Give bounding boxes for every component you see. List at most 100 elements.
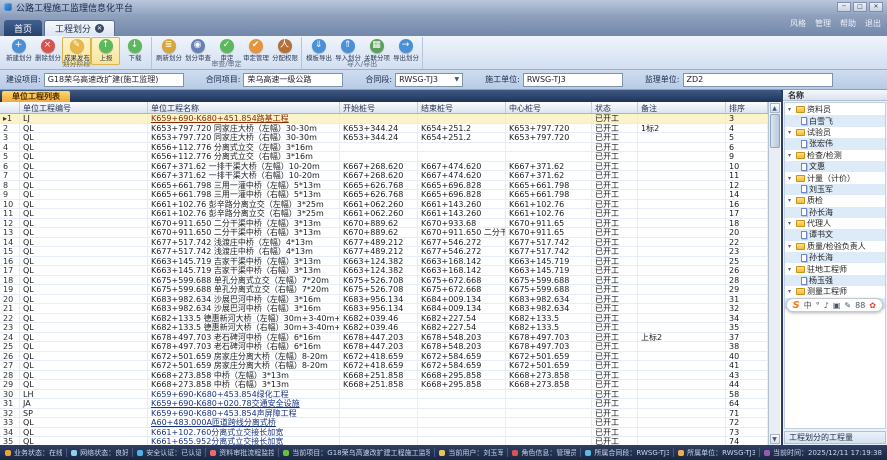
context-field-input[interactable]: 荣乌高速一级公路 [243,73,343,87]
tree-folder-质检[interactable]: ▾质检 [785,195,885,206]
table-row[interactable]: 5QLK656+112.776 分离式立交（右幅）3*16m已开工9 [0,152,768,162]
table-row[interactable]: 14QLK677+517.742 浅渡庄中桥（左幅）4*13mK677+489.… [0,238,768,248]
expand-arrow-icon[interactable]: ▾ [788,175,794,182]
taskbar-item[interactable]: 当前用户：刘玉军 [439,448,503,458]
table-row[interactable]: 11QLK661+102.76 彭辛路分离立交（右幅）3*25mK661+062… [0,209,768,219]
tree-member-刘玉军[interactable]: 刘玉军 [785,184,885,195]
tab-unit-project-list[interactable]: 单位工程列表 [2,91,70,102]
nav-link-退出[interactable]: 退出 [865,18,881,29]
expand-arrow-icon[interactable]: ▾ [788,129,794,136]
ime-punct-icon[interactable]: ° [816,301,820,310]
taskbar-item[interactable]: 所属单位：RWSG-TJ3 [678,448,755,458]
table-row[interactable]: 10QLK661+102.76 彭辛路分离立交（左幅）3*25mK661+062… [0,200,768,210]
scroll-up-icon[interactable]: ▲ [770,103,780,113]
tree-folder-检查/检测[interactable]: ▾检查/检测 [785,150,885,161]
tree-member-白雪飞[interactable]: 白雪飞 [785,115,885,126]
tree-member-张宏伟[interactable]: 张宏伟 [785,138,885,149]
close-button[interactable]: ✕ [869,2,883,12]
scrollbar-thumb[interactable] [770,114,780,148]
tree-member-孙长海[interactable]: 孙长海 [785,252,885,263]
context-field-input[interactable]: G18荣乌高速改扩建(施工监理) [44,73,184,87]
table-row[interactable]: 6QLK667+371.62 一排干渠大桥（左幅）10-20mK667+268.… [0,162,768,172]
expand-arrow-icon[interactable]: ▾ [788,152,794,159]
ime-toolbar[interactable]: S中°♪▣✎88✿ [786,298,883,312]
table-row[interactable]: 8QLK665+661.798 三用一灌中桥（左幅）5*13mK665+626.… [0,181,768,191]
column-header-结束桩号[interactable]: 结束桩号 [418,102,506,113]
column-header-中心桩号[interactable]: 中心桩号 [506,102,592,113]
table-row[interactable]: 3QLK653+797.720 同家庄大桥（右幅）30-30mK653+344.… [0,133,768,143]
taskbar-item[interactable]: 角色信息：管理员 [512,448,576,458]
minimize-button[interactable]: ─ [837,2,851,12]
table-row[interactable]: 35QLK661+655.952分离式立交接长加宽已开工74 [0,437,768,445]
maximize-button[interactable]: □ [853,2,867,12]
expand-arrow-icon[interactable]: ▾ [788,288,794,295]
ime-pen-icon[interactable]: ✎ [844,301,851,310]
taskbar-item[interactable]: 所属合同段：RWSG-TJ3 [585,448,669,458]
column-header-单位工程编号[interactable]: 单位工程编号 [20,102,148,113]
table-row[interactable]: 18QLK675+599.688 单孔分离式立交（左幅）7*20mK675+52… [0,276,768,286]
tree-folder-质量/检验负责人[interactable]: ▾质量/检验负责人 [785,241,885,252]
tab-close-icon[interactable]: ✕ [95,24,104,33]
column-header-备注[interactable]: 备注 [638,102,726,113]
table-row[interactable]: 28QLK668+273.858 中桥（左幅）3*13mK668+251.858… [0,371,768,381]
expand-arrow-icon[interactable]: ▾ [788,220,794,227]
expand-arrow-icon[interactable]: ▾ [788,106,794,113]
table-row[interactable]: 31JAK659+690-K680+020.78交通安全设施已开工64 [0,399,768,409]
ime-emoji-icon[interactable]: 88 [855,301,865,310]
table-row[interactable]: 19QLK675+599.688 单孔分离式立交（右幅）7*20mK675+52… [0,285,768,295]
expand-arrow-icon[interactable]: ▾ [788,243,794,250]
tree-folder-代理人[interactable]: ▾代理人 [785,218,885,229]
expand-arrow-icon[interactable]: ▾ [788,266,794,273]
nav-tab-home[interactable]: 首页 [4,20,42,36]
table-row[interactable]: 30LHK659+690-K680+453.854绿化工程已开工58 [0,390,768,400]
ime-chinese-icon[interactable]: 中 [804,300,812,311]
table-row[interactable]: 25QLK678+497.703 老石碑河中桥（右幅）6*16mK678+447… [0,342,768,352]
ime-logo-icon[interactable]: S [793,300,800,311]
taskbar-item[interactable]: 资料审批流程监控 [210,448,274,458]
vertical-scrollbar[interactable]: ▲ ▼ [768,102,780,445]
contract-section-select[interactable]: RWSG-TJ3▼ [395,73,463,87]
tree-member-谭书文[interactable]: 谭书文 [785,229,885,240]
tree-member-孙长海[interactable]: 孙长海 [785,207,885,218]
column-header-排序[interactable]: 排序 [726,102,768,113]
nav-link-风格[interactable]: 风格 [790,18,806,29]
tree-member-文惠[interactable]: 文惠 [785,161,885,172]
tree-folder-测量工程师[interactable]: ▾测量工程师 [785,286,885,297]
context-field-input[interactable]: ZD2 [683,73,833,87]
tree-folder-驻地工程师[interactable]: ▾驻地工程师 [785,263,885,274]
table-row[interactable]: 32SPK659+690-K680+453.854声屏障工程已开工71 [0,409,768,419]
table-row[interactable]: 21QLK683+982.634 沙展巴河中桥（右幅）3*16mK683+956… [0,304,768,314]
nav-link-帮助[interactable]: 帮助 [840,18,856,29]
table-row[interactable]: 7QLK667+371.62 一排干渠大桥（右幅）10-20mK667+268.… [0,171,768,181]
table-row[interactable]: 22QLK682+133.5 德惠新河大桥（左幅）30m+3-40m+…K682… [0,314,768,324]
table-row[interactable]: ▸1LJK659+690-K680+451.854路基工程已开工3 [0,114,768,124]
table-row[interactable]: 27QLK672+501.659 房家庄分离大桥（右幅）8-20mK672+41… [0,361,768,371]
table-row[interactable]: 12QLK670+911.650 二分干渠中桥（左幅）3*13mK670+889… [0,219,768,229]
table-row[interactable]: 29QLK668+273.858 中桥（右幅）3*13mK668+251.858… [0,380,768,390]
column-header-状态[interactable]: 状态 [592,102,638,113]
table-row[interactable]: 16QLK663+145.719 吉家干渠中桥（左幅）3*13mK663+124… [0,257,768,267]
table-row[interactable]: 23QLK682+133.5 德惠新河大桥（右幅）30m+3-40m+…K682… [0,323,768,333]
ime-board-icon[interactable]: ▣ [833,301,841,310]
table-row[interactable]: 13QLK670+911.650 二分干渠中桥（右幅）3*13mK670+889… [0,228,768,238]
tree-folder-计量（计价）[interactable]: ▾计量（计价） [785,172,885,183]
scroll-down-icon[interactable]: ▼ [770,434,780,444]
table-row[interactable]: 17QLK663+145.719 吉家干渠中桥（右幅）3*13mK663+124… [0,266,768,276]
taskbar-item[interactable]: 业务状态：在线 [5,448,62,458]
context-field-input[interactable]: RWSG-TJ3 [523,73,623,87]
column-header-rownum[interactable] [0,102,20,113]
table-row[interactable]: 15QLK677+517.742 浅渡庄中桥（右幅）4*13mK677+489.… [0,247,768,257]
tree-member-杨玉强[interactable]: 杨玉强 [785,275,885,286]
taskbar-item[interactable]: 当前项目：G18荣乌高速改扩建工程施工监理 [283,448,430,458]
column-header-开始桩号[interactable]: 开始桩号 [340,102,418,113]
table-row[interactable]: 9QLK665+661.798 三用一灌中桥（右幅）5*13mK665+626.… [0,190,768,200]
table-row[interactable]: 33QLA60+483.000A匝道跨线分离式桥已开工72 [0,418,768,428]
table-row[interactable]: 34QLK661+102.760分离式立交接长加宽已开工73 [0,428,768,438]
table-row[interactable]: 20QLK683+982.634 沙展巴河中桥（左幅）3*16mK683+956… [0,295,768,305]
table-row[interactable]: 24QLK678+497.703 老石碑河中桥（左幅）6*16mK678+447… [0,333,768,343]
nav-tab-division[interactable]: 工程划分✕ [44,20,115,36]
nav-link-管理[interactable]: 管理 [815,18,831,29]
taskbar-item[interactable]: 网络状态：良好 [71,448,128,458]
expand-arrow-icon[interactable]: ▾ [788,197,794,204]
table-row[interactable]: 26QLK672+501.659 房家庄分离大桥（左幅）8-20mK672+41… [0,352,768,362]
